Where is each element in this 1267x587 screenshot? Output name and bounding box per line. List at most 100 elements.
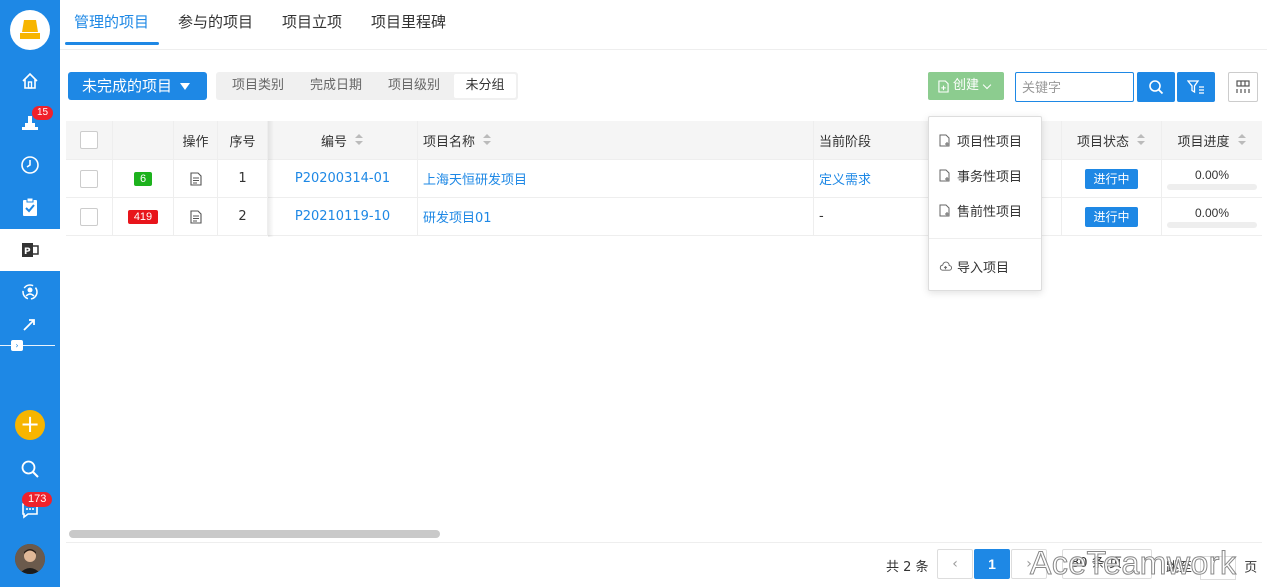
header-phase-label: 当前阶段 xyxy=(819,134,872,150)
sidebar-collapse-handle[interactable]: › xyxy=(11,340,23,351)
frozen-column-shadow xyxy=(268,121,274,237)
row-index: 1 xyxy=(218,160,268,197)
header-select-all[interactable] xyxy=(66,121,113,159)
group-by-level[interactable]: 项目级别 xyxy=(376,74,452,98)
sidebar-item-more[interactable] xyxy=(0,318,60,334)
file-add-icon xyxy=(938,80,949,93)
row-name[interactable]: 上海天恒研发项目 xyxy=(418,160,814,197)
count-badge: 6 xyxy=(133,171,153,186)
project-icon: P xyxy=(22,243,39,257)
file-add-icon xyxy=(939,204,950,216)
column-settings-button[interactable] xyxy=(1228,72,1258,102)
row-action[interactable] xyxy=(174,160,218,197)
menu-item-label: 事务性项目 xyxy=(957,169,1023,185)
tab-managed-projects[interactable]: 管理的项目 xyxy=(74,0,149,46)
tab-milestones[interactable]: 项目里程碑 xyxy=(371,0,446,46)
header-action: 操作 xyxy=(174,121,218,159)
tab-participating-projects[interactable]: 参与的项目 xyxy=(178,0,253,46)
search-icon xyxy=(1149,80,1164,95)
sort-icon[interactable] xyxy=(1237,134,1247,146)
quick-add-button[interactable]: + xyxy=(15,410,45,440)
progress-indicator: 0.00% xyxy=(1167,206,1257,228)
sidebar-item-projects[interactable]: P xyxy=(0,229,60,271)
header-progress-label: 项目进度 xyxy=(1177,134,1230,150)
progress-bar xyxy=(1167,221,1257,228)
sidebar-item-crm[interactable] xyxy=(0,271,60,313)
keyword-search-input[interactable] xyxy=(1015,72,1134,102)
row-action[interactable] xyxy=(174,198,218,235)
menu-item-label: 售前性项目 xyxy=(957,204,1023,220)
cloud-upload-icon xyxy=(939,261,952,271)
row-checkbox[interactable] xyxy=(80,207,98,226)
menu-item-label: 项目性项目 xyxy=(957,134,1023,150)
table-row[interactable]: 419 2 P20210119-10 研发项目01 - 进行中 0.00% xyxy=(66,198,1262,236)
menu-item-presale[interactable]: 售前性项目 xyxy=(929,195,1041,225)
create-label: 创建 xyxy=(953,78,980,93)
table-row[interactable]: 6 1 P20200314-01 上海天恒研发项目 定义需求 进行中 0.00% xyxy=(66,160,1262,198)
filter-icon xyxy=(1187,80,1204,94)
clock-icon xyxy=(21,156,39,174)
project-filter-dropdown[interactable]: 未完成的项目 xyxy=(68,72,207,100)
edit-document-icon[interactable] xyxy=(189,171,203,186)
svg-text:P: P xyxy=(24,247,31,257)
sort-icon[interactable] xyxy=(483,134,492,146)
header-name[interactable]: 项目名称 xyxy=(418,121,814,159)
create-button[interactable]: 创建 xyxy=(928,72,1004,100)
header-name-label: 项目名称 xyxy=(423,134,476,150)
avatar-image xyxy=(15,544,45,574)
header-code[interactable]: 编号 xyxy=(268,121,418,159)
search-button[interactable] xyxy=(1137,72,1175,102)
progress-bar xyxy=(1167,183,1257,190)
sort-icon[interactable] xyxy=(1137,134,1146,146)
notification-badge: 15 xyxy=(32,106,54,120)
horizontal-scrollbar[interactable] xyxy=(69,530,440,538)
header-count xyxy=(113,121,174,159)
page-button-current[interactable]: 1 xyxy=(974,549,1010,579)
sidebar-item-home[interactable] xyxy=(0,60,60,102)
row-select[interactable] xyxy=(66,198,113,235)
advanced-filter-button[interactable] xyxy=(1177,72,1215,102)
row-count: 419 xyxy=(113,198,174,235)
sidebar-item-time[interactable] xyxy=(0,144,60,186)
header-status[interactable]: 项目状态 xyxy=(1062,121,1162,159)
sidebar-item-tasks[interactable] xyxy=(0,186,60,228)
row-status: 进行中 xyxy=(1062,198,1162,235)
header-status-label: 项目状态 xyxy=(1076,134,1129,150)
row-select[interactable] xyxy=(66,160,113,197)
sidebar-divider xyxy=(0,345,55,346)
app-root: 15 P › + 173 管理的项目 参与的项目 项目立项 项目里程碑 未完成的… xyxy=(0,0,1267,587)
file-add-icon xyxy=(939,169,950,181)
status-badge: 进行中 xyxy=(1085,168,1138,189)
watermark: AceTeamwork xyxy=(1029,545,1237,582)
row-index: 2 xyxy=(218,198,268,235)
menu-item-affair[interactable]: 事务性项目 xyxy=(929,160,1041,190)
prev-page-button[interactable]: ‹ xyxy=(937,549,973,579)
tab-project-initiation[interactable]: 项目立项 xyxy=(282,0,342,46)
sidebar-item-search[interactable] xyxy=(0,448,60,490)
group-by-category[interactable]: 项目类别 xyxy=(220,74,296,98)
sort-icon[interactable] xyxy=(355,134,364,146)
clipboard-check-icon xyxy=(23,197,37,216)
select-all-checkbox[interactable] xyxy=(80,131,98,149)
menu-divider xyxy=(929,238,1041,239)
header-progress[interactable]: 项目进度 xyxy=(1162,121,1262,159)
menu-item-project[interactable]: 项目性项目 xyxy=(929,125,1041,155)
header-index: 序号 xyxy=(218,121,268,159)
row-checkbox[interactable] xyxy=(80,169,98,188)
app-logo[interactable] xyxy=(10,10,50,50)
sidebar: 15 P › + 173 xyxy=(0,0,60,587)
menu-item-import[interactable]: 导入项目 xyxy=(929,251,1041,281)
row-code[interactable]: P20210119-10 xyxy=(268,198,418,235)
header-code-label: 编号 xyxy=(320,134,347,150)
edit-document-icon[interactable] xyxy=(189,209,203,224)
row-count: 6 xyxy=(113,160,174,197)
user-avatar[interactable] xyxy=(15,544,45,574)
row-code[interactable]: P20200314-01 xyxy=(268,160,418,197)
people-cycle-icon xyxy=(22,284,38,300)
row-name[interactable]: 研发项目01 xyxy=(418,198,814,235)
count-badge: 419 xyxy=(127,209,159,224)
total-count: 共 2 条 xyxy=(886,560,929,575)
home-icon xyxy=(22,72,38,89)
group-by-due-date[interactable]: 完成日期 xyxy=(298,74,374,98)
group-by-none[interactable]: 未分组 xyxy=(454,74,516,98)
